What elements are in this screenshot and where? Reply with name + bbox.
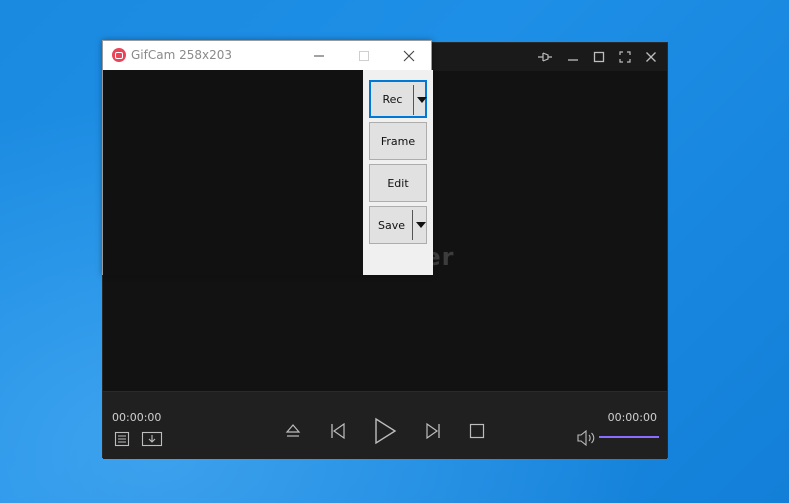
rec-label: Rec bbox=[382, 92, 403, 106]
gifcam-app-icon bbox=[112, 48, 126, 62]
download-icon[interactable] bbox=[141, 430, 163, 448]
frame-button[interactable]: Frame bbox=[369, 122, 427, 160]
maximize-icon[interactable] bbox=[349, 45, 379, 67]
edit-label: Edit bbox=[387, 176, 409, 190]
fullscreen-icon[interactable] bbox=[615, 48, 635, 66]
pin-icon[interactable] bbox=[535, 48, 555, 66]
gifcam-button-panel: Rec Frame Edit Save bbox=[363, 70, 433, 275]
time-total: 00:00:00 bbox=[607, 411, 657, 424]
play-icon[interactable] bbox=[371, 416, 399, 446]
time-elapsed: 00:00:00 bbox=[112, 411, 162, 424]
playback-controls: 00:00:00 00:00:00 bbox=[103, 391, 667, 459]
capture-frame[interactable] bbox=[103, 70, 363, 275]
stop-icon[interactable] bbox=[468, 422, 486, 440]
dropdown-arrow-icon[interactable] bbox=[416, 222, 426, 228]
eject-icon[interactable] bbox=[284, 421, 302, 441]
close-icon[interactable] bbox=[394, 45, 424, 67]
next-icon[interactable] bbox=[423, 421, 443, 441]
edit-button[interactable]: Edit bbox=[369, 164, 427, 202]
minimize-icon[interactable] bbox=[563, 48, 583, 66]
save-separator bbox=[412, 210, 413, 240]
rec-button[interactable]: Rec bbox=[369, 80, 427, 118]
gifcam-title: GifCam 258x203 bbox=[131, 48, 233, 62]
gifcam-window: GifCam 258x203 Rec Frame Edit Save bbox=[102, 40, 433, 275]
dropdown-arrow-icon[interactable] bbox=[417, 97, 427, 103]
playlist-icon[interactable] bbox=[113, 430, 131, 448]
save-button[interactable]: Save bbox=[369, 206, 427, 244]
rec-separator bbox=[413, 85, 414, 115]
close-icon[interactable] bbox=[641, 48, 661, 66]
maximize-icon[interactable] bbox=[589, 48, 609, 66]
gifcam-titlebar[interactable]: GifCam 258x203 bbox=[103, 41, 431, 70]
volume-slider[interactable] bbox=[599, 436, 659, 438]
minimize-icon[interactable] bbox=[304, 45, 334, 67]
previous-icon[interactable] bbox=[328, 421, 348, 441]
frame-label: Frame bbox=[380, 134, 416, 148]
volume-icon[interactable] bbox=[576, 430, 596, 446]
save-label: Save bbox=[377, 218, 405, 232]
